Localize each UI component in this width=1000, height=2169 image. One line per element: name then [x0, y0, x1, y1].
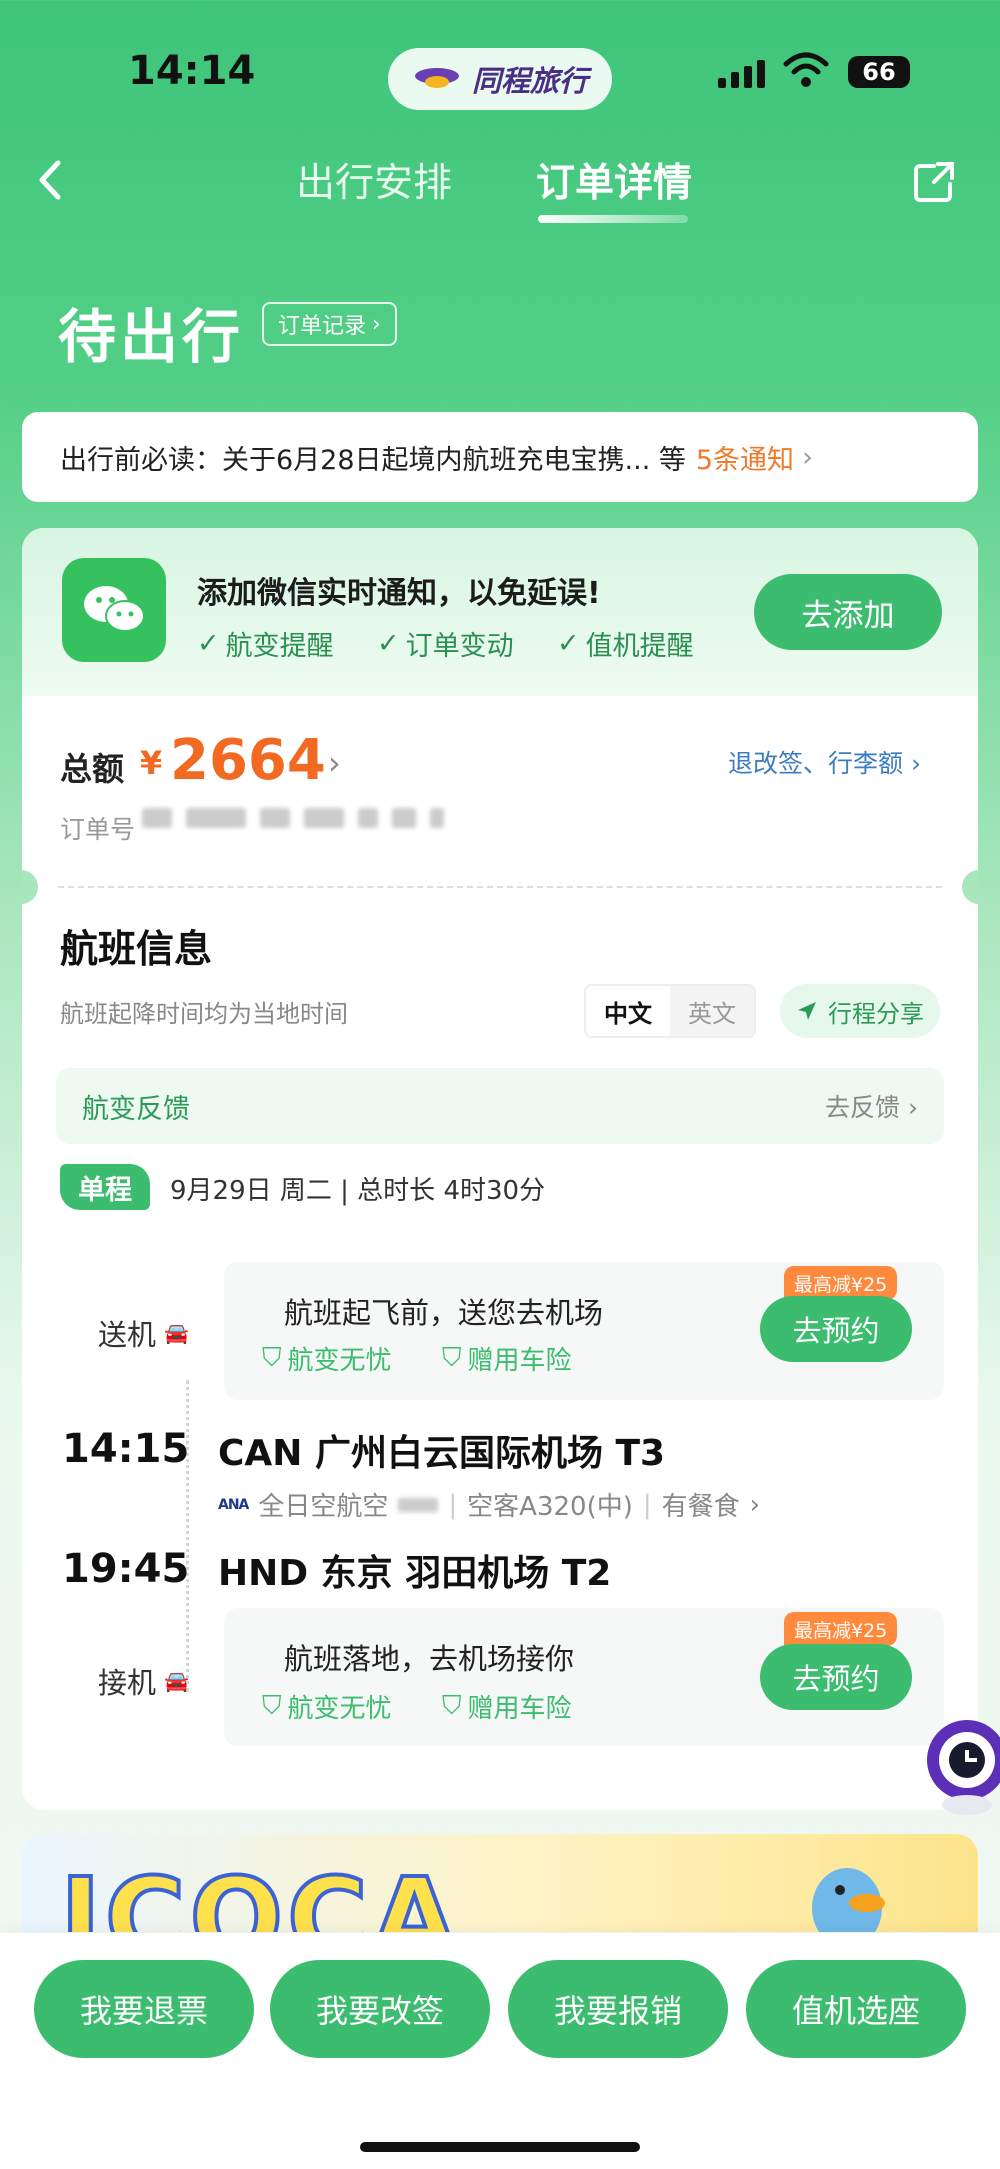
order-status-title: 待出行 [58, 303, 245, 371]
chevron-right-icon: › [802, 441, 813, 473]
battery-icon: 66 [848, 56, 910, 88]
flight-number-redacted [398, 1497, 439, 1512]
check-icon: ✓ [377, 628, 400, 659]
app-logo-icon [414, 68, 459, 88]
notice-text: 出行前必读：关于6月28日起境内航班充电宝携... 等 [60, 444, 686, 476]
depart-airport: CAN 广州白云国际机场 T3 [218, 1433, 666, 1474]
assistant-robot-icon[interactable] [922, 1700, 1000, 1820]
reimbursement-button[interactable]: 我要报销 [508, 1960, 728, 2058]
car-icon: 🚘 [164, 1321, 189, 1345]
refund-ticket-button[interactable]: 我要退票 [34, 1960, 254, 2058]
tab-order-detail[interactable]: 订单详情 [536, 152, 692, 208]
check-icon: ✓ [197, 628, 220, 659]
chevron-right-icon: › [749, 1489, 761, 1520]
meal-info: 有餐食 [661, 1492, 740, 1522]
share-icon[interactable] [912, 160, 956, 204]
chevron-right-icon: › [372, 311, 381, 337]
wechat-feature: ✓ 订单变动 [377, 628, 514, 662]
total-currency: ¥ [140, 744, 163, 782]
ticket-notch [962, 870, 978, 904]
send-icon [798, 1002, 816, 1020]
separator: | [642, 1489, 652, 1520]
book-pickup-button[interactable]: 去预约 [760, 1644, 912, 1710]
back-icon[interactable] [30, 155, 70, 205]
wechat-feature: ✓ 值机提醒 [557, 628, 694, 662]
car-icon: 🚘 [164, 1669, 189, 1693]
status-time: 14:14 [128, 48, 256, 94]
discount-badge: 最高减¥25 [784, 1266, 898, 1300]
dropoff-label: 送机 🚘 [98, 1318, 189, 1352]
tab-travel-arrangement[interactable]: 出行安排 [296, 152, 452, 208]
feedback-label: 航变反馈 [82, 1093, 190, 1125]
shield-icon: ⛉ [442, 1343, 462, 1373]
notice-count: 5条通知 [695, 444, 795, 476]
refund-baggage-link[interactable]: 退改签、行李额 › [728, 744, 921, 780]
separator: | [448, 1489, 458, 1520]
service-tag: ⛉ 赠用车险 [442, 1343, 572, 1376]
order-number-redacted [142, 808, 444, 828]
language-toggle[interactable]: 中文 英文 [584, 984, 756, 1038]
total-label: 总额 [60, 750, 125, 788]
flight-info-title: 航班信息 [60, 927, 213, 971]
wechat-feature: ✓ 航变提醒 [197, 628, 334, 662]
service-tag: ⛉ 航变无忧 [262, 1343, 392, 1376]
pickup-label: 接机 🚘 [98, 1666, 189, 1700]
tab-active-indicator [538, 215, 688, 223]
divider [58, 886, 942, 888]
home-indicator [360, 2142, 640, 2152]
flight-change-feedback[interactable]: 航变反馈 去反馈 › [56, 1068, 944, 1144]
check-icon: ✓ [557, 628, 580, 659]
wechat-banner-title: 添加微信实时通知，以免延误! [197, 576, 601, 611]
total-amount[interactable]: 2664 [170, 728, 326, 793]
trip-meta: 9月29日 周二 | 总时长 4时30分 [170, 1176, 546, 1206]
trip-type-tag: 单程 [60, 1164, 150, 1210]
order-record-label: 订单记录 [278, 314, 367, 339]
ticket-notch [22, 870, 38, 904]
flight-time-note: 航班起降时间均为当地时间 [60, 1000, 348, 1028]
arrive-time: 19:45 [62, 1546, 190, 1592]
lang-chinese[interactable]: 中文 [586, 986, 670, 1036]
order-number-label: 订单号 [60, 815, 136, 844]
travel-notice[interactable]: 出行前必读：关于6月28日起境内航班充电宝携... 等 5条通知 › [22, 412, 978, 502]
airline-name: 全日空航空 [258, 1492, 389, 1522]
chevron-right-icon[interactable]: › [328, 744, 341, 782]
feedback-link[interactable]: 去反馈 › [825, 1088, 918, 1124]
order-record-button[interactable]: 订单记录 › [262, 302, 397, 346]
wifi-icon [783, 52, 829, 87]
shield-icon: ⛉ [262, 1691, 282, 1721]
service-tag: ⛉ 赠用车险 [442, 1691, 572, 1724]
signal-icon [718, 58, 765, 88]
add-wechat-button[interactable]: 去添加 [754, 574, 942, 650]
lang-english[interactable]: 英文 [670, 986, 754, 1036]
change-ticket-button[interactable]: 我要改签 [270, 1960, 490, 2058]
shield-icon: ⛉ [442, 1691, 462, 1721]
wechat-icon [62, 558, 166, 662]
service-tag: ⛉ 航变无忧 [262, 1691, 392, 1724]
aircraft-type: 空客A320(中) [467, 1492, 633, 1522]
dropoff-service-title: 航班起飞前，送您去机场 [284, 1296, 604, 1330]
ana-logo-icon: ANA [218, 1496, 249, 1513]
arrive-airport: HND 东京 羽田机场 T2 [218, 1553, 612, 1594]
discount-badge: 最高减¥25 [784, 1612, 898, 1646]
depart-time: 14:15 [62, 1426, 190, 1472]
app-name: 同程旅行 [471, 64, 588, 98]
shield-icon: ⛉ [262, 1343, 282, 1373]
trip-share-button[interactable]: 行程分享 [780, 984, 940, 1038]
checkin-seat-button[interactable]: 值机选座 [746, 1960, 966, 2058]
app-badge: 同程旅行 [388, 48, 612, 110]
pickup-service-title: 航班落地，去机场接你 [284, 1642, 575, 1676]
book-dropoff-button[interactable]: 去预约 [760, 1296, 912, 1362]
order-card: 添加微信实时通知，以免延误! ✓ 航变提醒 ✓ 订单变动 ✓ 值机提醒 去添加 总额 … [22, 528, 978, 1810]
flight-detail-line[interactable]: ANA 全日空航空 | 空客A320(中) | 有餐食 › [218, 1486, 760, 1523]
